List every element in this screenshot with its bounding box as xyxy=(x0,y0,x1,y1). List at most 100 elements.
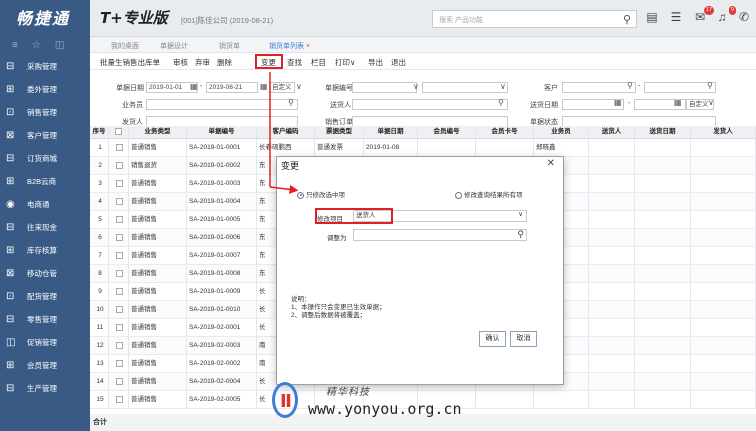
table-cell[interactable] xyxy=(589,265,635,282)
row-checkbox[interactable] xyxy=(116,359,123,367)
table-cell[interactable]: 2 xyxy=(90,157,109,174)
table-cell[interactable]: SA-2019-02-0004 xyxy=(187,373,257,390)
row-checkbox[interactable] xyxy=(116,233,123,241)
radio-selected-only[interactable]: 只修改选中项 xyxy=(297,189,345,199)
table-cell[interactable]: SA-2019-02-0002 xyxy=(187,355,257,372)
table-cell[interactable]: 8 xyxy=(90,265,109,282)
table-cell[interactable]: 销售退货 xyxy=(129,157,187,174)
close-icon[interactable]: ✕ xyxy=(547,158,555,169)
table-cell[interactable] xyxy=(589,391,635,408)
table-cell[interactable]: 普通销售 xyxy=(129,229,187,246)
batch-outbound-button[interactable]: 批量生销售出库单 xyxy=(100,57,160,68)
sidebar-item[interactable]: ⊡ 配货管理 xyxy=(0,285,90,308)
table-cell[interactable] xyxy=(589,247,635,264)
search-icon[interactable]: ⚲ xyxy=(288,98,294,107)
table-cell[interactable] xyxy=(635,175,691,192)
sidebar-item[interactable]: ⊡ 销售管理 xyxy=(0,101,90,124)
col-member-no[interactable]: 会员编号 xyxy=(418,126,476,138)
table-cell[interactable] xyxy=(109,391,129,408)
table-cell[interactable]: SA-2019-01-0001 xyxy=(187,139,257,156)
chevron-down-icon[interactable]: ∨ xyxy=(518,211,523,219)
phone-icon[interactable]: ✆ xyxy=(736,10,752,24)
table-cell[interactable]: 6 xyxy=(90,229,109,246)
calendar-icon[interactable]: ▦ xyxy=(614,98,622,107)
sidebar-item[interactable]: ⊟ 往来现金 xyxy=(0,216,90,239)
save-icon[interactable]: ▤ xyxy=(644,10,660,24)
table-cell[interactable]: 普通销售 xyxy=(129,247,187,264)
customer-to-input[interactable] xyxy=(644,82,716,93)
table-cell[interactable]: 12 xyxy=(90,337,109,354)
table-cell[interactable]: 13 xyxy=(90,355,109,372)
unaudit-button[interactable]: 弃审 xyxy=(195,57,210,68)
table-cell[interactable] xyxy=(691,211,756,228)
table-cell[interactable] xyxy=(691,229,756,246)
search-icon[interactable]: ⚲ xyxy=(623,13,631,26)
col-biz-type[interactable]: 业务类型 xyxy=(129,126,187,138)
table-cell[interactable] xyxy=(589,319,635,336)
sidebar-item[interactable]: ⊟ 采购管理 xyxy=(0,55,90,78)
deliverer-input[interactable] xyxy=(352,99,508,110)
app-logo[interactable]: 畅捷通 xyxy=(0,0,90,37)
table-cell[interactable]: 11 xyxy=(90,319,109,336)
company-info[interactable]: [001]陈佳公司 (2019-08-21) xyxy=(181,15,273,26)
row-checkbox[interactable] xyxy=(116,377,123,385)
table-cell[interactable] xyxy=(635,211,691,228)
table-cell[interactable] xyxy=(691,175,756,192)
radio-dot[interactable] xyxy=(455,191,462,199)
table-cell[interactable] xyxy=(589,301,635,318)
table-cell[interactable] xyxy=(635,373,691,390)
salesman-input[interactable] xyxy=(146,99,298,110)
table-cell[interactable]: 长春硕鹏西 xyxy=(257,139,315,156)
table-cell[interactable] xyxy=(589,355,635,372)
row-checkbox[interactable] xyxy=(116,197,123,205)
select-all-checkbox[interactable] xyxy=(115,127,122,135)
table-cell[interactable]: 5 xyxy=(90,211,109,228)
col-check[interactable] xyxy=(109,126,129,138)
table-cell[interactable] xyxy=(589,283,635,300)
table-cell[interactable] xyxy=(691,373,756,390)
chevron-down-icon[interactable]: ∨ xyxy=(708,98,714,107)
exit-button[interactable]: 退出 xyxy=(391,57,406,68)
star-icon[interactable]: ☆ xyxy=(32,40,41,55)
col-invoice-type[interactable]: 票据类型 xyxy=(315,126,364,138)
table-cell[interactable] xyxy=(635,157,691,174)
table-cell[interactable] xyxy=(635,265,691,282)
table-cell[interactable] xyxy=(635,283,691,300)
table-cell[interactable]: 普通发票 xyxy=(315,139,364,156)
radio-all-results[interactable]: 修改查询结果所有项 xyxy=(455,189,523,199)
customer-from-input[interactable] xyxy=(562,82,636,93)
sidebar-item[interactable]: ⊞ 库存核算 xyxy=(0,239,90,262)
table-cell[interactable] xyxy=(589,175,635,192)
table-cell[interactable] xyxy=(109,193,129,210)
table-cell[interactable]: 普通销售 xyxy=(129,265,187,282)
table-cell[interactable] xyxy=(109,319,129,336)
table-cell[interactable]: 郑晓鑫 xyxy=(534,139,589,156)
find-button[interactable]: 查找 xyxy=(287,57,302,68)
table-cell[interactable]: 普通销售 xyxy=(129,373,187,390)
table-cell[interactable]: SA-2019-02-0001 xyxy=(187,319,257,336)
table-cell[interactable] xyxy=(635,193,691,210)
table-cell[interactable] xyxy=(635,247,691,264)
table-cell[interactable] xyxy=(589,337,635,354)
table-cell[interactable] xyxy=(109,283,129,300)
delete-button[interactable]: 删除 xyxy=(217,57,232,68)
adjust-input[interactable]: ⚲ xyxy=(353,229,527,241)
sidebar-item[interactable]: ◉ 电商通 xyxy=(0,193,90,216)
audit-button[interactable]: 审核 xyxy=(173,57,188,68)
table-cell[interactable]: 14 xyxy=(90,373,109,390)
row-checkbox[interactable] xyxy=(116,287,123,295)
table-cell[interactable] xyxy=(635,229,691,246)
row-checkbox[interactable] xyxy=(116,251,123,259)
table-cell[interactable] xyxy=(691,391,756,408)
row-checkbox[interactable] xyxy=(116,305,123,313)
table-cell[interactable]: 1 xyxy=(90,139,109,156)
date-to-input[interactable]: 2019-08-21 xyxy=(206,82,258,93)
table-cell[interactable]: 4 xyxy=(90,193,109,210)
sidebar-item[interactable]: ⊠ 移动仓管 xyxy=(0,262,90,285)
row-checkbox[interactable] xyxy=(116,161,123,169)
chevron-down-icon[interactable]: ∨ xyxy=(413,82,419,91)
table-cell[interactable]: SA-2019-01-0008 xyxy=(187,265,257,282)
table-cell[interactable]: 普通销售 xyxy=(129,319,187,336)
table-cell[interactable] xyxy=(691,193,756,210)
search-icon[interactable]: ⚲ xyxy=(498,98,504,107)
